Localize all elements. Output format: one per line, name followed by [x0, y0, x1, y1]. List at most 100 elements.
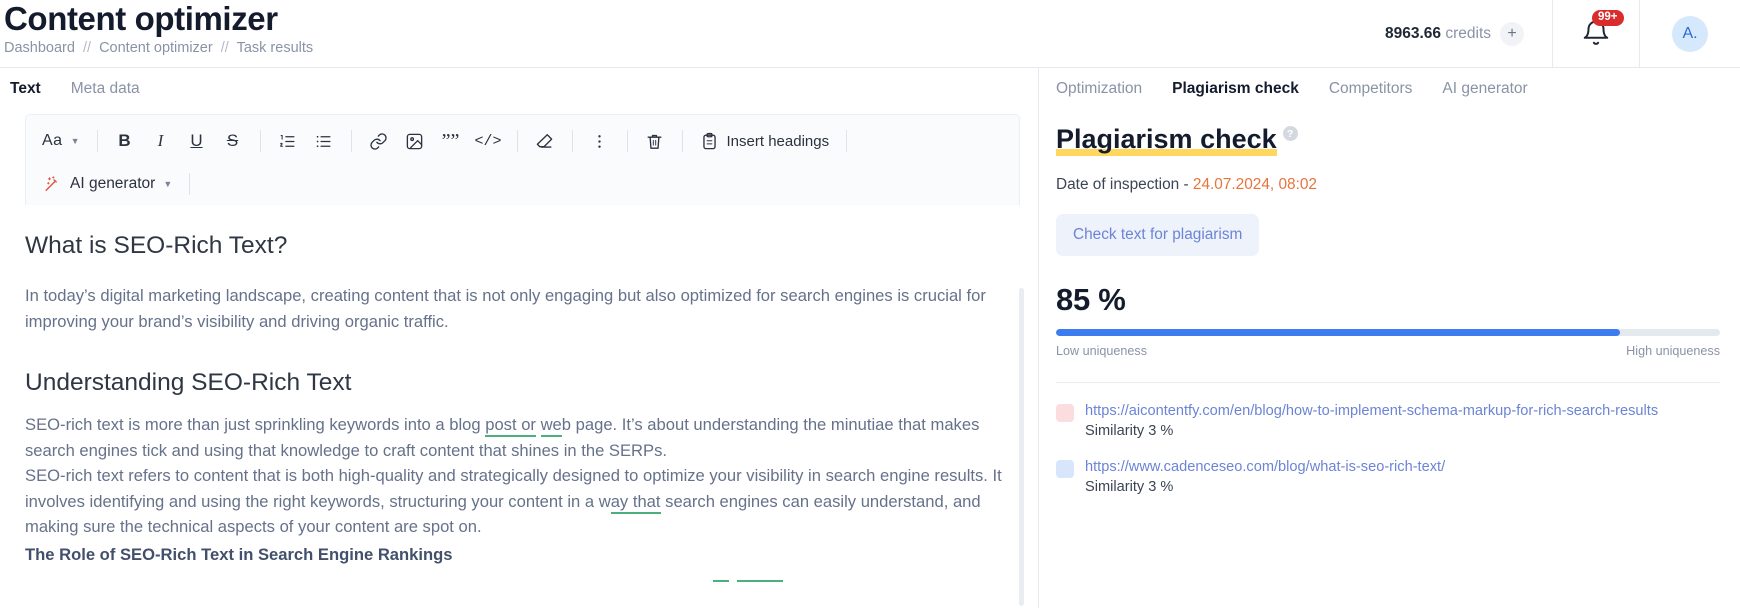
tab-optimization[interactable]: Optimization [1056, 80, 1142, 108]
grammar-suggestion-3[interactable]: ay that [610, 491, 661, 514]
tab-text[interactable]: Text [10, 80, 41, 108]
underline-button[interactable]: U [179, 125, 215, 157]
ordered-list-icon [280, 134, 295, 147]
bullet-list-icon [316, 135, 331, 147]
tab-meta-data[interactable]: Meta data [71, 80, 140, 108]
article-paragraph-2: SEO-rich text is more than just sprinkli… [25, 412, 1008, 463]
tab-plagiarism-check[interactable]: Plagiarism check [1172, 80, 1299, 108]
bold-button[interactable]: B [107, 125, 143, 157]
avatar[interactable]: A. [1672, 16, 1708, 52]
header-right: 8963.66 credits + 99+ A. [1365, 0, 1740, 68]
plagiarism-pane: Optimization Plagiarism check Competitor… [1039, 68, 1740, 608]
article-heading-3: The Role of SEO-Rich Text in Search Engi… [25, 544, 453, 564]
bar-label-low: Low uniqueness [1056, 344, 1148, 358]
more-options-button[interactable] [582, 125, 618, 157]
image-icon [406, 133, 423, 149]
blockquote-button[interactable]: ”” [433, 125, 469, 157]
editor-scrollbar[interactable] [1019, 288, 1024, 606]
tab-competitors[interactable]: Competitors [1329, 80, 1413, 108]
inspection-date: 24.07.2024, 08:02 [1192, 176, 1317, 193]
inspection-label: Date of inspection - [1056, 176, 1193, 193]
plagiarism-title: Plagiarism check [1056, 124, 1277, 154]
toolbar-row-primary: Aa ▼ B I U S ”” </> Insert headings [26, 119, 1019, 163]
uniqueness-bar-fill [1056, 329, 1621, 336]
ordered-list-button[interactable] [270, 125, 306, 157]
chevron-down-icon: ▼ [70, 136, 80, 146]
toolbar-row-secondary: AI generator ▼ [26, 163, 1019, 205]
article-paragraph-1-text: In today’s digital marketing landscape, … [25, 286, 986, 331]
font-size-dropdown[interactable]: Aa ▼ [34, 125, 88, 157]
toolbar-separator [350, 130, 352, 152]
result-url[interactable]: https://aicontentfy.com/en/blog/how-to-i… [1085, 401, 1658, 421]
insert-headings-label: Insert headings [726, 132, 830, 150]
ai-generator-label: AI generator [70, 175, 156, 192]
trash-icon [647, 134, 662, 149]
p2-part-b [536, 415, 541, 434]
add-credits-button[interactable]: + [1500, 22, 1524, 46]
uniqueness-bar [1056, 329, 1720, 336]
clear-formatting-button[interactable] [527, 125, 563, 157]
check-plagiarism-button[interactable]: Check text for plagiarism [1056, 214, 1260, 256]
avatar-area[interactable]: A. [1640, 0, 1740, 68]
credits-text: 8963.66 credits [1385, 25, 1491, 43]
toolbar-separator [846, 130, 848, 152]
bullet-list-button[interactable] [306, 125, 342, 157]
clipboard-icon [702, 132, 716, 149]
editor-tabs: Text Meta data [0, 68, 1038, 108]
app-header: Content optimizer Dashboard // Content o… [0, 0, 1740, 68]
italic-button[interactable]: I [143, 125, 179, 157]
link-button[interactable] [361, 125, 397, 157]
tab-ai-generator[interactable]: AI generator [1442, 80, 1527, 108]
breadcrumb-item-dashboard[interactable]: Dashboard [4, 40, 75, 56]
grammar-suggestion-2[interactable]: we [540, 415, 562, 437]
p2-part-a: SEO-rich text is more than just sprinkli… [25, 415, 486, 434]
eraser-icon [536, 133, 553, 148]
strikethrough-button[interactable]: S [215, 125, 251, 157]
breadcrumb-separator: // [82, 40, 92, 56]
toolbar-separator [681, 130, 683, 152]
toolbar-separator [96, 130, 98, 152]
magic-wand-icon [45, 176, 57, 191]
image-button[interactable] [397, 125, 433, 157]
font-size-icon: Aa [42, 132, 63, 149]
body-split: Text Meta data Aa ▼ B I U S ”” </> Inser… [0, 68, 1740, 608]
credits-area: 8963.66 credits + [1365, 0, 1552, 68]
code-button[interactable]: </> [469, 125, 508, 157]
grammar-suggestion-1[interactable]: post or [485, 415, 536, 437]
editor-toolbar: Aa ▼ B I U S ”” </> Insert headings AI g… [25, 114, 1020, 205]
bar-label-high: High uniqueness [1626, 344, 1720, 358]
inspection-date-row: Date of inspection - 24.07.2024, 08:02 [1056, 176, 1720, 194]
more-vertical-icon [598, 134, 601, 148]
result-similarity: Similarity 3 % [1085, 479, 1174, 495]
ai-generator-dropdown[interactable]: AI generator ▼ [34, 168, 180, 200]
result-url[interactable]: https://www.cadenceseo.com/blog/what-is-… [1085, 457, 1445, 477]
article-paragraph-1: In today’s digital marketing landscape, … [25, 283, 1008, 334]
insert-headings-button[interactable]: Insert headings [692, 125, 838, 157]
toolbar-separator [189, 173, 191, 195]
breadcrumb: Dashboard // Content optimizer // Task r… [4, 39, 313, 57]
plagiarism-result-item: https://aicontentfy.com/en/blog/how-to-i… [1056, 383, 1720, 439]
link-icon [370, 132, 387, 150]
toolbar-separator [259, 130, 261, 152]
article-content[interactable]: What is SEO-Rich Text? In today’s digita… [0, 205, 1038, 567]
breadcrumb-item-content-optimizer[interactable]: Content optimizer [99, 40, 213, 56]
article-heading-2: Understanding SEO-Rich Text [25, 369, 352, 396]
toolbar-separator [571, 130, 573, 152]
page-title: Content optimizer [4, 0, 278, 37]
notifications-badge: 99+ [1592, 10, 1624, 26]
chevron-down-icon: ▼ [163, 179, 173, 189]
notifications-button[interactable]: 99+ [1553, 0, 1639, 68]
editor-pane: Text Meta data Aa ▼ B I U S ”” </> Inser… [0, 68, 1039, 608]
right-panel-tabs: Optimization Plagiarism check Competitor… [1039, 68, 1740, 108]
help-icon[interactable]: ? [1282, 126, 1298, 141]
grammar-suggestion-underline-extra [713, 580, 783, 582]
plagiarism-result-item: https://www.cadenceseo.com/blog/what-is-… [1056, 439, 1720, 495]
delete-button[interactable] [637, 125, 673, 157]
breadcrumb-separator: // [220, 40, 229, 56]
result-color-swatch [1056, 404, 1074, 422]
toolbar-separator [516, 130, 518, 152]
breadcrumb-item-task-results[interactable]: Task results [237, 40, 314, 56]
plus-icon: + [1507, 25, 1517, 42]
article-heading-1: What is SEO-Rich Text? [25, 232, 288, 259]
credits-value: 8963.66 [1385, 25, 1442, 42]
